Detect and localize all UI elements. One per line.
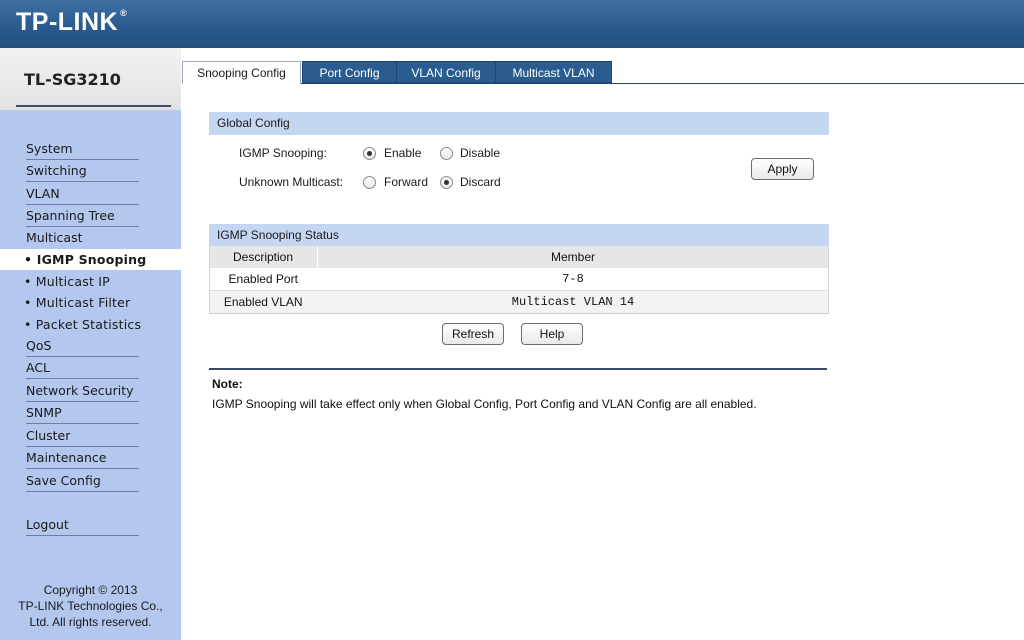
unknown-forward-radio[interactable] [363, 176, 376, 189]
row-description: Enabled Port [209, 268, 318, 291]
sidebar-item-multicast-ip[interactable]: • Multicast IP [24, 271, 174, 292]
copyright-line: Copyright © 2013 [43, 583, 138, 597]
sidebar-item-save-config[interactable]: Save Config [26, 471, 139, 492]
sidebar-item-qos[interactable]: QoS [26, 336, 139, 357]
tab-vlan-config[interactable]: VLAN Config [396, 61, 496, 83]
sidebar-item-network-security[interactable]: Network Security [26, 381, 139, 402]
apply-button[interactable]: Apply [751, 158, 814, 180]
global-config-header: Global Config [209, 112, 829, 135]
help-button[interactable]: Help [521, 323, 583, 345]
igmp-enable-label[interactable]: Enable [384, 146, 421, 160]
copyright-line: TP-LINK Technologies Co., [18, 599, 163, 613]
igmp-enable-radio[interactable] [363, 147, 376, 160]
sidebar-item-multicast[interactable]: Multicast [26, 228, 139, 249]
status-table: Description Member Enabled Port 7-8 Enab… [209, 246, 829, 314]
sidebar-item-maintenance[interactable]: Maintenance [26, 448, 139, 469]
column-header-description: Description [209, 246, 318, 268]
sidebar-item-vlan[interactable]: VLAN [26, 184, 139, 205]
table-row: Enabled VLAN Multicast VLAN 14 [209, 290, 829, 314]
row-member: 7-8 [317, 268, 829, 291]
note-text: IGMP Snooping will take effect only when… [212, 397, 757, 411]
tab-port-config[interactable]: Port Config [302, 61, 397, 83]
unknown-discard-label[interactable]: Discard [460, 175, 501, 189]
sidebar-item-system[interactable]: System [26, 139, 139, 160]
unknown-forward-label[interactable]: Forward [384, 175, 428, 189]
tab-multicast-vlan[interactable]: Multicast VLAN [495, 61, 612, 83]
sidebar-item-igmp-snooping[interactable]: • IGMP Snooping [0, 249, 181, 270]
model-name: TL-SG3210 [24, 70, 121, 89]
note-divider [209, 368, 827, 370]
unknown-multicast-label: Unknown Multicast: [239, 175, 344, 189]
model-box: TL-SG3210 [0, 48, 181, 110]
top-banner: TP-LINK ® [0, 0, 1024, 48]
refresh-button[interactable]: Refresh [442, 323, 504, 345]
sidebar-item-logout[interactable]: Logout [26, 515, 139, 536]
note-title: Note: [212, 377, 243, 391]
sidebar-item-snmp[interactable]: SNMP [26, 403, 139, 424]
sidebar-nav: TL-SG3210 System Switching VLAN Spanning… [0, 48, 181, 640]
logo-text: TP-LINK [16, 8, 119, 36]
table-row: Enabled Port 7-8 [209, 268, 829, 291]
status-header: IGMP Snooping Status [209, 224, 829, 247]
unknown-discard-radio[interactable] [440, 176, 453, 189]
table-header-row: Description Member [209, 246, 829, 268]
column-header-member: Member [317, 246, 829, 268]
sidebar-item-packet-statistics[interactable]: • Packet Statistics [24, 314, 174, 335]
sidebar-item-switching[interactable]: Switching [26, 161, 139, 182]
sidebar-item-spanning-tree[interactable]: Spanning Tree [26, 206, 139, 227]
tab-snooping-config[interactable]: Snooping Config [182, 61, 301, 84]
igmp-disable-radio[interactable] [440, 147, 453, 160]
row-member: Multicast VLAN 14 [317, 290, 829, 314]
trademark-mark: ® [120, 8, 128, 18]
copyright-line: Ltd. All rights reserved. [29, 615, 152, 629]
tab-bar-rule [301, 83, 1024, 84]
tp-link-logo: TP-LINK ® [16, 8, 127, 37]
igmp-disable-label[interactable]: Disable [460, 146, 500, 160]
sidebar-item-acl[interactable]: ACL [26, 358, 139, 379]
igmp-snooping-label: IGMP Snooping: [239, 146, 327, 160]
sidebar-item-cluster[interactable]: Cluster [26, 426, 139, 447]
model-divider [16, 105, 171, 107]
copyright-notice: Copyright © 2013 TP-LINK Technologies Co… [0, 582, 181, 630]
row-description: Enabled VLAN [209, 290, 318, 314]
sidebar-item-multicast-filter[interactable]: • Multicast Filter [24, 292, 174, 313]
